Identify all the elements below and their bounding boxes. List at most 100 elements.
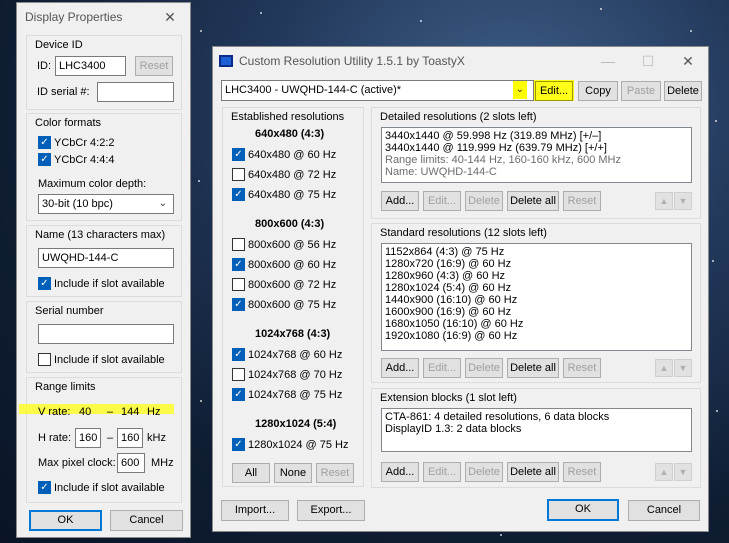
hrate-dash: – [107, 432, 114, 444]
standard-list[interactable]: 1152x864 (4:3) @ 75 Hz 1280x720 (16:9) @… [381, 243, 692, 351]
established-all-button[interactable]: All [232, 463, 270, 483]
move-down-icon[interactable]: ▼ [674, 192, 692, 210]
established-resolution-checkbox[interactable]: 800x600 @ 72 Hz [232, 278, 336, 291]
close-icon[interactable]: ✕ [668, 47, 708, 75]
monitor-edit-button[interactable]: Edit... [535, 81, 573, 101]
vrate-max-input[interactable]: 144 [117, 402, 145, 422]
detailed-delete-all-button[interactable]: Delete all [507, 191, 559, 211]
established-reset-button[interactable]: Reset [316, 463, 354, 483]
detailed-delete-button[interactable]: Delete [465, 191, 503, 211]
cru-cancel-button[interactable]: Cancel [628, 500, 700, 521]
established-resolution-checkbox[interactable]: ✓ 640x480 @ 60 Hz [232, 148, 336, 161]
standard-reset-button[interactable]: Reset [563, 358, 601, 378]
list-item[interactable]: 1920x1080 (16:9) @ 60 Hz [385, 330, 688, 342]
monitor-copy-button[interactable]: Copy [578, 81, 618, 101]
detailed-resolutions-group: Detailed resolutions (2 slots left) 3440… [371, 107, 701, 219]
list-item[interactable]: 1440x900 (16:10) @ 60 Hz [385, 294, 688, 306]
list-item[interactable]: 1280x1024 (5:4) @ 60 Hz [385, 282, 688, 294]
standard-edit-button[interactable]: Edit... [423, 358, 461, 378]
vrate-min-input[interactable]: 40 [75, 402, 101, 422]
max-color-depth-label: Maximum color depth: [38, 178, 147, 190]
extension-title: Extension blocks (1 slot left) [380, 392, 517, 404]
list-item[interactable]: 3440x1440 @ 59.998 Hz (319.89 MHz) [+/–] [385, 130, 688, 142]
max-color-depth-select[interactable]: 30-bit (10 bpc) ⌄ [38, 194, 174, 214]
established-resolution-checkbox[interactable]: ✓ 800x600 @ 75 Hz [232, 298, 336, 311]
list-item[interactable]: 1600x900 (16:9) @ 60 Hz [385, 306, 688, 318]
established-resolution-checkbox[interactable]: 800x600 @ 56 Hz [232, 238, 336, 251]
monitor-delete-button[interactable]: Delete [664, 81, 702, 101]
standard-delete-button[interactable]: Delete [465, 358, 503, 378]
display-properties-cancel-button[interactable]: Cancel [110, 510, 183, 531]
vrate-label: V rate: [38, 406, 71, 418]
name-group: Name (13 characters max) UWQHD-144-C ✓ I… [26, 225, 182, 297]
standard-add-button[interactable]: Add... [381, 358, 419, 378]
export-button[interactable]: Export... [297, 500, 365, 521]
extension-edit-button[interactable]: Edit... [423, 462, 461, 482]
serial-number-input[interactable] [38, 324, 174, 344]
monitor-paste-button[interactable]: Paste [621, 81, 661, 101]
detailed-list[interactable]: 3440x1440 @ 59.998 Hz (319.89 MHz) [+/–]… [381, 127, 692, 183]
established-none-button[interactable]: None [274, 463, 312, 483]
established-resolution-checkbox[interactable]: ✓ 640x480 @ 75 Hz [232, 188, 336, 201]
established-resolution-checkbox[interactable]: 640x480 @ 72 Hz [232, 168, 336, 181]
checkbox-checked-icon: ✓ [232, 298, 245, 311]
extension-delete-all-button[interactable]: Delete all [507, 462, 559, 482]
established-resolution-checkbox[interactable]: ✓ 800x600 @ 60 Hz [232, 258, 336, 271]
established-resolutions-group: Established resolutions 640x480 (4:3) ✓ 64… [222, 107, 364, 487]
extension-add-button[interactable]: Add... [381, 462, 419, 482]
extension-delete-button[interactable]: Delete [465, 462, 503, 482]
serial-include-checkbox[interactable]: Include if slot available [38, 353, 165, 366]
move-down-icon[interactable]: ▼ [674, 463, 692, 481]
id-input[interactable]: LHC3400 [55, 56, 126, 76]
list-item[interactable]: 1152x864 (4:3) @ 75 Hz [385, 246, 688, 258]
move-up-icon[interactable]: ▲ [655, 463, 673, 481]
established-resolution-checkbox[interactable]: ✓ 1024x768 @ 75 Hz [232, 388, 342, 401]
display-properties-title: Display Properties [25, 10, 123, 24]
extension-blocks-group: Extension blocks (1 slot left) CTA-861: … [371, 388, 701, 488]
list-item[interactable]: Name: UWQHD-144-C [385, 166, 688, 178]
hrate-max-input[interactable]: 160 [117, 428, 143, 448]
name-input[interactable]: UWQHD-144-C [38, 248, 174, 268]
list-item[interactable]: 1680x1050 (16:10) @ 60 Hz [385, 318, 688, 330]
detailed-add-button[interactable]: Add... [381, 191, 419, 211]
move-up-icon[interactable]: ▲ [655, 192, 673, 210]
extension-list[interactable]: CTA-861: 4 detailed resolutions, 6 data … [381, 408, 692, 452]
hrate-min-input[interactable]: 160 [75, 428, 101, 448]
list-item[interactable]: 1280x720 (16:9) @ 60 Hz [385, 258, 688, 270]
established-resolution-checkbox[interactable]: 1024x768 @ 70 Hz [232, 368, 342, 381]
ycbcr422-checkbox[interactable]: ✓ YCbCr 4:2:2 [38, 136, 115, 149]
checkbox-checked-icon: ✓ [232, 148, 245, 161]
established-group-header: 1280x1024 (5:4) [255, 418, 337, 430]
cru-ok-button[interactable]: OK [547, 499, 619, 521]
detailed-reset-button[interactable]: Reset [563, 191, 601, 211]
established-resolution-checkbox[interactable]: ✓ 1024x768 @ 60 Hz [232, 348, 342, 361]
list-item[interactable]: 1280x960 (4:3) @ 60 Hz [385, 270, 688, 282]
name-include-checkbox[interactable]: ✓ Include if slot available [38, 277, 165, 290]
list-item[interactable]: Range limits: 40-144 Hz, 160-160 kHz, 60… [385, 154, 688, 166]
pixel-clock-input[interactable]: 600 [117, 453, 145, 473]
list-item[interactable]: CTA-861: 4 detailed resolutions, 6 data … [385, 411, 688, 423]
serial-number-group: Serial number Include if slot available [26, 301, 182, 373]
list-item[interactable]: DisplayID 1.3: 2 data blocks [385, 423, 688, 435]
device-id-reset-button[interactable]: Reset [135, 56, 173, 76]
move-down-icon[interactable]: ▼ [674, 359, 692, 377]
standard-delete-all-button[interactable]: Delete all [507, 358, 559, 378]
minimize-icon[interactable]: — [588, 47, 628, 75]
display-properties-ok-button[interactable]: OK [29, 510, 102, 531]
vrate-dash: – [107, 406, 114, 418]
id-serial-input[interactable] [97, 82, 174, 102]
list-item[interactable]: 3440x1440 @ 119.999 Hz (639.79 MHz) [+/+… [385, 142, 688, 154]
monitor-select[interactable]: LHC3400 - UWQHD-144-C (active)* ⌄ [221, 80, 534, 101]
import-button[interactable]: Import... [221, 500, 289, 521]
chevron-down-icon: ⌄ [158, 198, 167, 209]
checkbox-checked-icon: ✓ [232, 188, 245, 201]
ycbcr444-checkbox[interactable]: ✓ YCbCr 4:4:4 [38, 153, 115, 166]
established-title: Established resolutions [231, 111, 345, 123]
established-resolution-checkbox[interactable]: ✓ 1280x1024 @ 75 Hz [232, 438, 348, 451]
move-up-icon[interactable]: ▲ [655, 359, 673, 377]
detailed-edit-button[interactable]: Edit... [423, 191, 461, 211]
maximize-icon[interactable]: ☐ [628, 47, 668, 75]
close-icon[interactable]: ✕ [150, 3, 190, 31]
range-include-checkbox[interactable]: ✓ Include if slot available [38, 481, 165, 494]
extension-reset-button[interactable]: Reset [563, 462, 601, 482]
